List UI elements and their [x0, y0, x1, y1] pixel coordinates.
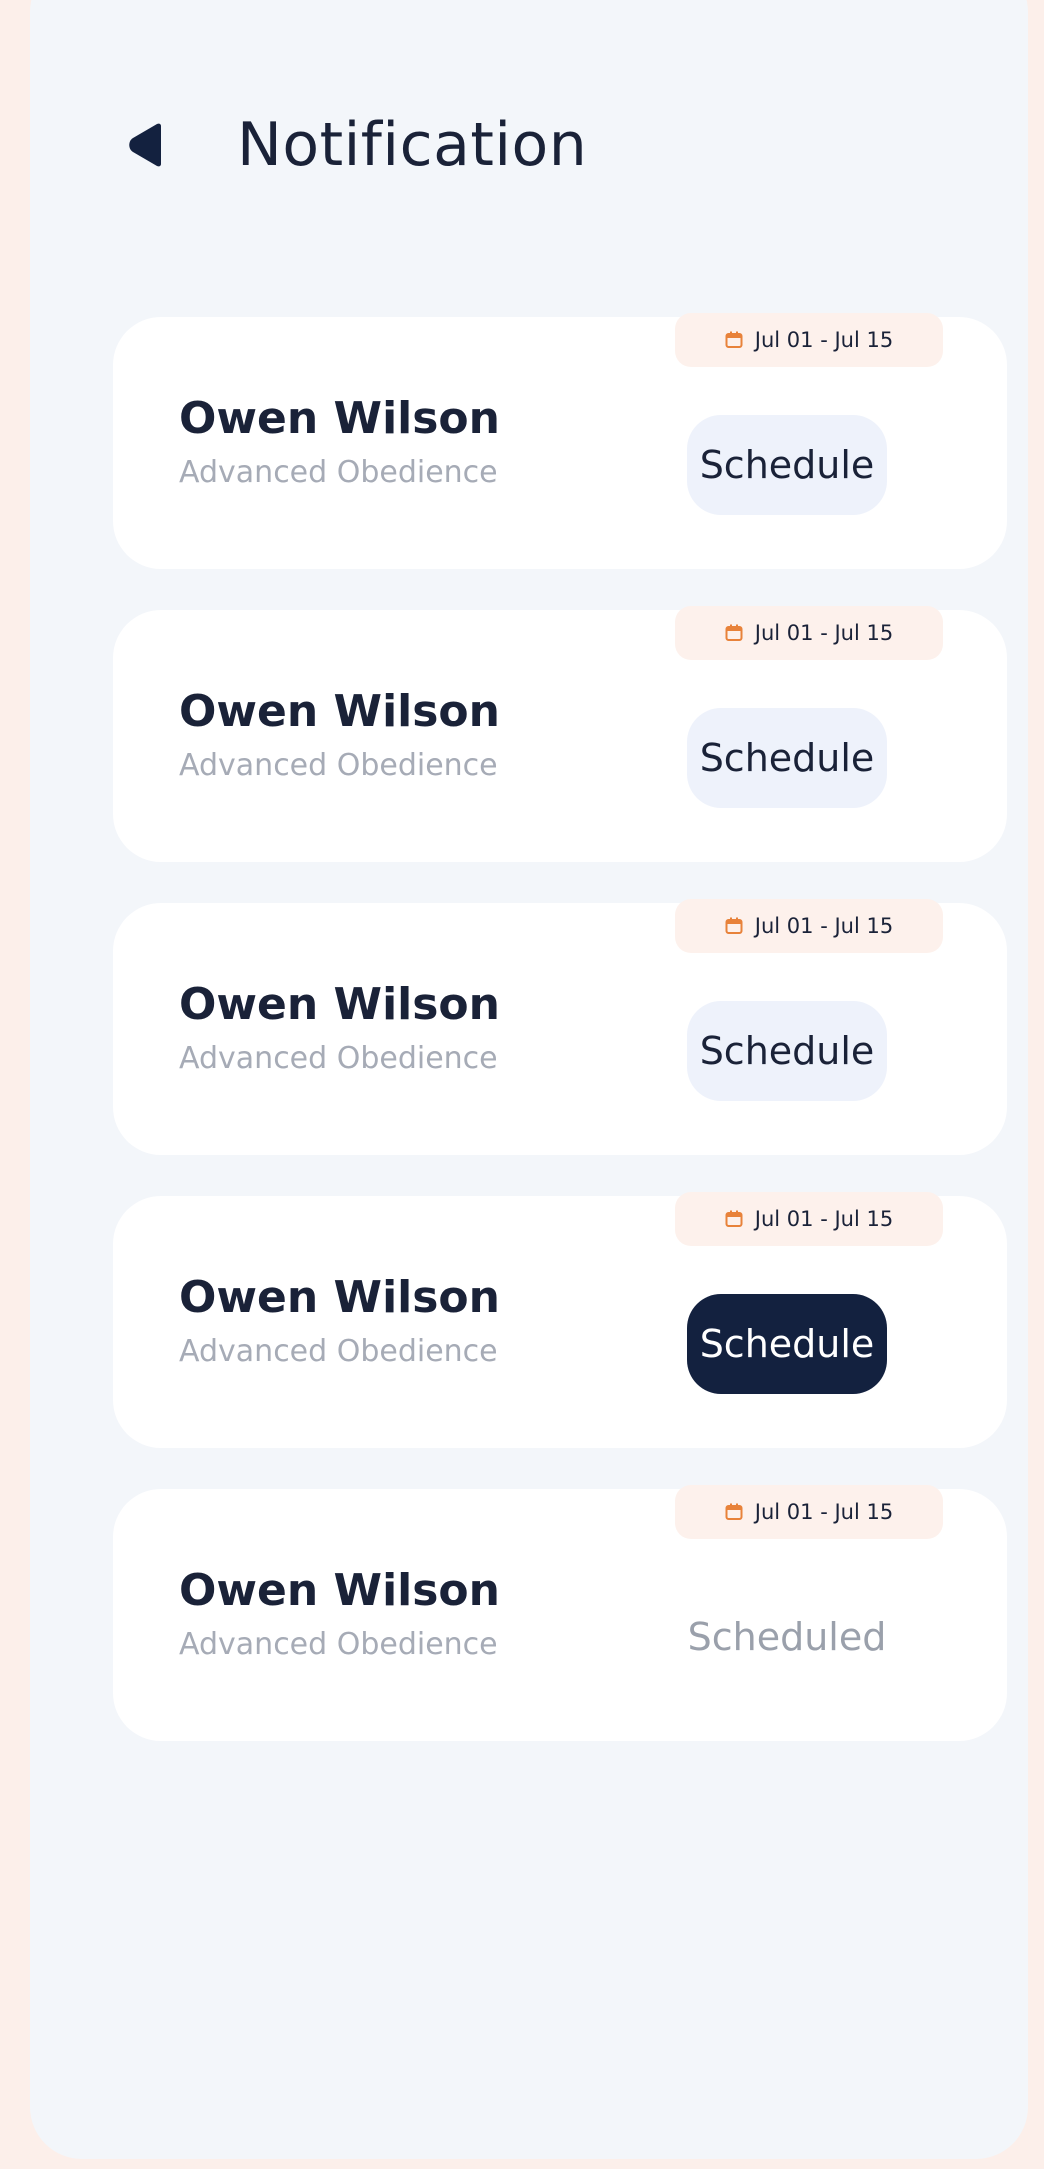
course-name: Advanced Obedience: [179, 1041, 498, 1076]
calendar-icon: [725, 1210, 743, 1228]
calendar-icon: [725, 1503, 743, 1521]
notification-card[interactable]: Jul 01 - Jul 15 Owen Wilson Advanced Obe…: [113, 606, 1007, 862]
schedule-button[interactable]: Schedule: [687, 1294, 887, 1394]
date-badge: Jul 01 - Jul 15: [675, 313, 943, 367]
trainer-name: Owen Wilson: [179, 1272, 500, 1323]
calendar-icon: [725, 624, 743, 642]
header: Notification: [125, 100, 587, 190]
notification-card[interactable]: Jul 01 - Jul 15 Owen Wilson Advanced Obe…: [113, 313, 1007, 569]
date-badge: Jul 01 - Jul 15: [675, 1192, 943, 1246]
date-range: Jul 01 - Jul 15: [754, 621, 894, 645]
trainer-name: Owen Wilson: [179, 686, 500, 737]
trainer-name: Owen Wilson: [179, 393, 500, 444]
calendar-icon: [725, 331, 743, 349]
course-name: Advanced Obedience: [179, 748, 498, 783]
calendar-icon: [725, 917, 743, 935]
date-range: Jul 01 - Jul 15: [754, 328, 894, 352]
course-name: Advanced Obedience: [179, 1627, 498, 1662]
trainer-name: Owen Wilson: [179, 1565, 500, 1616]
course-name: Advanced Obedience: [179, 455, 498, 490]
notification-card[interactable]: Jul 01 - Jul 15 Owen Wilson Advanced Obe…: [113, 1192, 1007, 1448]
date-range: Jul 01 - Jul 15: [754, 914, 894, 938]
date-badge: Jul 01 - Jul 15: [675, 899, 943, 953]
date-badge: Jul 01 - Jul 15: [675, 1485, 943, 1539]
scheduled-status: Scheduled: [687, 1615, 887, 1659]
back-button[interactable]: [125, 121, 167, 169]
schedule-button[interactable]: Schedule: [687, 708, 887, 808]
page-title: Notification: [237, 110, 588, 180]
notification-card[interactable]: Jul 01 - Jul 15 Owen Wilson Advanced Obe…: [113, 899, 1007, 1155]
phone-screen: Notification Jul 01 - Jul 15 Owen Wilson…: [30, 0, 1028, 2159]
schedule-button[interactable]: Schedule: [687, 415, 887, 515]
schedule-button[interactable]: Schedule: [687, 1001, 887, 1101]
date-range: Jul 01 - Jul 15: [754, 1500, 894, 1524]
date-range: Jul 01 - Jul 15: [754, 1207, 894, 1231]
trainer-name: Owen Wilson: [179, 979, 500, 1030]
date-badge: Jul 01 - Jul 15: [675, 606, 943, 660]
back-arrow-icon: [129, 123, 161, 167]
notification-card[interactable]: Jul 01 - Jul 15 Owen Wilson Advanced Obe…: [113, 1485, 1007, 1741]
course-name: Advanced Obedience: [179, 1334, 498, 1369]
